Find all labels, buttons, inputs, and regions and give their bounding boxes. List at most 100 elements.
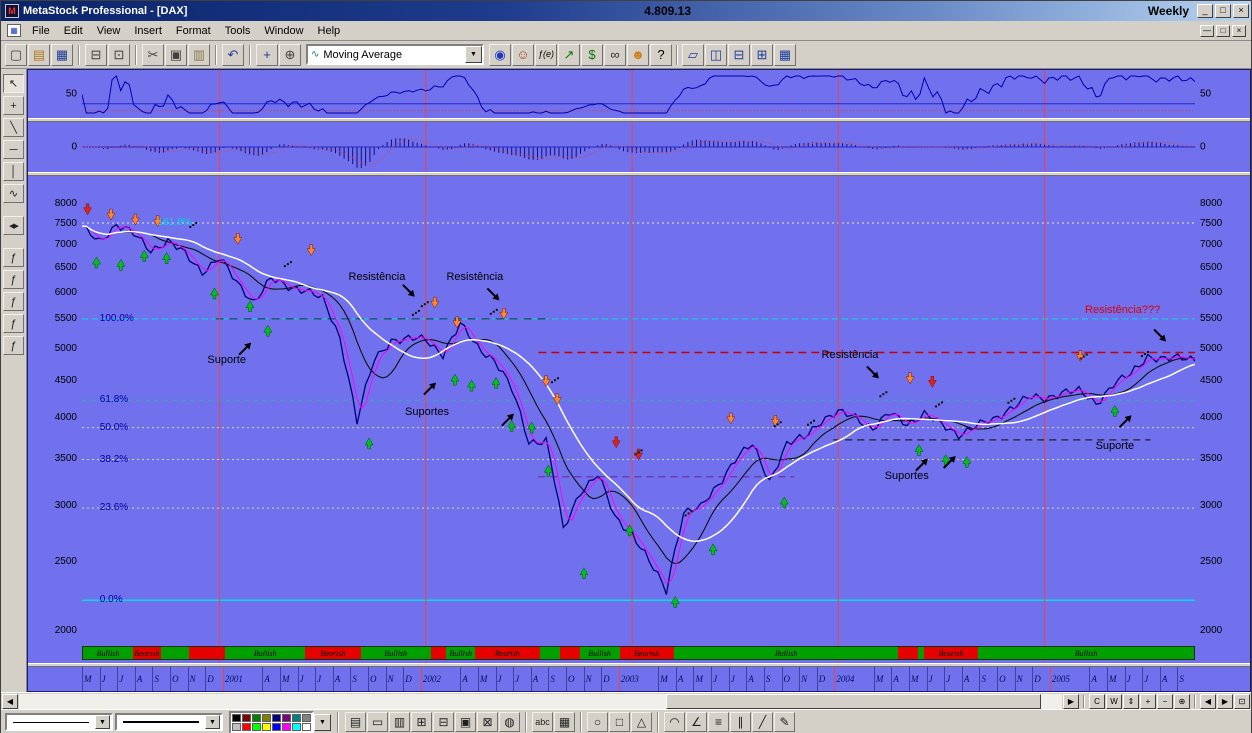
triangle-tool-button[interactable]: △	[631, 712, 652, 732]
panel-split-control[interactable]: ◀▶	[3, 216, 24, 235]
indicator-dropdown-button[interactable]: ▼	[465, 46, 482, 63]
palette-color-2[interactable]	[252, 714, 261, 722]
point-figure-style-button[interactable]: ⊞	[411, 712, 432, 732]
fibonacci-study-tool-2[interactable]: ƒ	[3, 270, 24, 289]
indicator-builder-button[interactable]: ƒ(e)	[535, 44, 557, 66]
data-window-button[interactable]: ▦	[554, 712, 575, 732]
scroll-right-button[interactable]: ▶	[1063, 694, 1079, 709]
child-close-button[interactable]: ×	[1232, 25, 1246, 37]
palette-color-7[interactable]	[302, 714, 311, 722]
print-button[interactable]: ⊟	[85, 44, 107, 66]
go-end-button[interactable]: ⊡	[1234, 694, 1250, 709]
trendline-tool[interactable]: ╲	[3, 118, 24, 137]
system-tester-button[interactable]: ↗	[558, 44, 580, 66]
save-button[interactable]: ▦	[51, 44, 73, 66]
menu-window[interactable]: Window	[257, 23, 310, 39]
hist-plot[interactable]	[82, 122, 1195, 172]
page-right-button[interactable]: ▶	[1217, 694, 1233, 709]
cut-button[interactable]: ✂	[142, 44, 164, 66]
pencil-tool-button[interactable]: ✎	[774, 712, 795, 732]
search-button[interactable]: ∞	[604, 44, 626, 66]
osc-plot[interactable]	[82, 70, 1195, 118]
open-chart-button[interactable]: ▤	[28, 44, 50, 66]
cycle-lines-tool[interactable]: ∿	[3, 184, 24, 203]
menu-file[interactable]: File	[25, 23, 57, 39]
crosshair-tool[interactable]: +	[3, 96, 24, 115]
context-help-button[interactable]: ?	[650, 44, 672, 66]
line-style-combo[interactable]: ▼	[5, 713, 113, 731]
copy-button[interactable]: ▣	[165, 44, 187, 66]
horizontal-line-tool[interactable]: ─	[3, 140, 24, 159]
indicator-selector[interactable]: ∿ Moving Average ▼	[306, 44, 484, 65]
line-weight-combo[interactable]: ▼	[115, 713, 223, 731]
palette-color-0[interactable]	[232, 714, 241, 722]
scrollbar-track[interactable]	[19, 694, 1062, 709]
palette-color-4[interactable]	[272, 714, 281, 722]
fibonacci-study-tool-1[interactable]: ƒ	[3, 248, 24, 267]
tile-horizontal-button[interactable]: ⊟	[728, 44, 750, 66]
fit-vertical-button[interactable]: ⇕	[1123, 694, 1139, 709]
fibonacci-study-tool-4[interactable]: ƒ	[3, 314, 24, 333]
quotecenter-button[interactable]: ◉	[489, 44, 511, 66]
fibonacci-study-tool-3[interactable]: ƒ	[3, 292, 24, 311]
regression-tool-button[interactable]: ╱	[752, 712, 773, 732]
pointer-mode-button[interactable]: +	[256, 44, 278, 66]
restore-button[interactable]: □	[1215, 4, 1231, 18]
menu-help[interactable]: Help	[311, 23, 348, 39]
compare-securities-button[interactable]: ▣	[455, 712, 476, 732]
palette-color-10[interactable]	[252, 723, 261, 731]
refresh-data-button[interactable]: ⊠	[477, 712, 498, 732]
print-preview-button[interactable]: ⊡	[108, 44, 130, 66]
zoom-normal-button[interactable]: +	[1140, 694, 1156, 709]
text-tool-button[interactable]: abc	[532, 712, 553, 732]
scroll-left-button[interactable]: ◀	[2, 694, 18, 709]
speed-lines-tool-button[interactable]: ≡	[708, 712, 729, 732]
new-chart-button[interactable]: ▢	[5, 44, 27, 66]
arc-tool-button[interactable]: ◠	[664, 712, 685, 732]
fibonacci-study-tool-5[interactable]: ƒ	[3, 336, 24, 355]
bar-chart-style-button[interactable]: ▤	[345, 712, 366, 732]
zoom-width-button[interactable]: W	[1106, 694, 1122, 709]
zoom-in-button[interactable]: ⊕	[1174, 694, 1190, 709]
menu-view[interactable]: View	[90, 23, 128, 39]
cascade-windows-button[interactable]: ▱	[682, 44, 704, 66]
palette-color-9[interactable]	[242, 723, 251, 731]
collaboration-button[interactable]: ☻	[627, 44, 649, 66]
line-chart-style-button[interactable]: ▭	[367, 712, 388, 732]
line-style-dropdown-button[interactable]: ▼	[95, 715, 110, 729]
palette-color-6[interactable]	[292, 714, 301, 722]
candle-chart-style-button[interactable]: ▥	[389, 712, 410, 732]
undo-button[interactable]: ↶	[222, 44, 244, 66]
close-button[interactable]: ×	[1233, 4, 1249, 18]
web-publish-button[interactable]: ◍	[499, 712, 520, 732]
zoom-out-button[interactable]: −	[1157, 694, 1173, 709]
palette-color-8[interactable]	[232, 723, 241, 731]
rectangle-tool-button[interactable]: □	[609, 712, 630, 732]
tirone-levels-tool-button[interactable]: ∥	[730, 712, 751, 732]
tile-vertical-button[interactable]: ◫	[705, 44, 727, 66]
color-palette[interactable]: ▼	[229, 711, 331, 733]
menu-tools[interactable]: Tools	[218, 23, 258, 39]
page-left-button[interactable]: ◀	[1200, 694, 1216, 709]
palette-color-3[interactable]	[262, 714, 271, 722]
title-bar[interactable]: M MetaStock Professional - [DAX] 4.809.1…	[1, 1, 1251, 21]
main-plot[interactable]: BullishBearishBullishBearishBullishBulli…	[82, 176, 1195, 663]
vertical-line-tool[interactable]: │	[3, 162, 24, 181]
zoom-button[interactable]: ⊕	[279, 44, 301, 66]
minimize-button[interactable]: _	[1197, 4, 1213, 18]
line-weight-dropdown-button[interactable]: ▼	[205, 715, 220, 729]
palette-color-14[interactable]	[292, 723, 301, 731]
scrollbar-thumb[interactable]	[666, 694, 1041, 709]
palette-color-12[interactable]	[272, 723, 281, 731]
child-minimize-button[interactable]: —	[1200, 25, 1214, 37]
child-restore-button[interactable]: □	[1216, 25, 1230, 37]
menu-insert[interactable]: Insert	[127, 23, 169, 39]
layout-template-button[interactable]: ⊟	[433, 712, 454, 732]
angle-tool-button[interactable]: ∠	[686, 712, 707, 732]
palette-color-11[interactable]	[262, 723, 271, 731]
palette-dropdown-button[interactable]: ▼	[314, 714, 331, 731]
explorer-button[interactable]: ☺	[512, 44, 534, 66]
ellipse-tool-button[interactable]: ○	[587, 712, 608, 732]
palette-color-13[interactable]	[282, 723, 291, 731]
scale-toggle-button[interactable]: C	[1089, 694, 1105, 709]
